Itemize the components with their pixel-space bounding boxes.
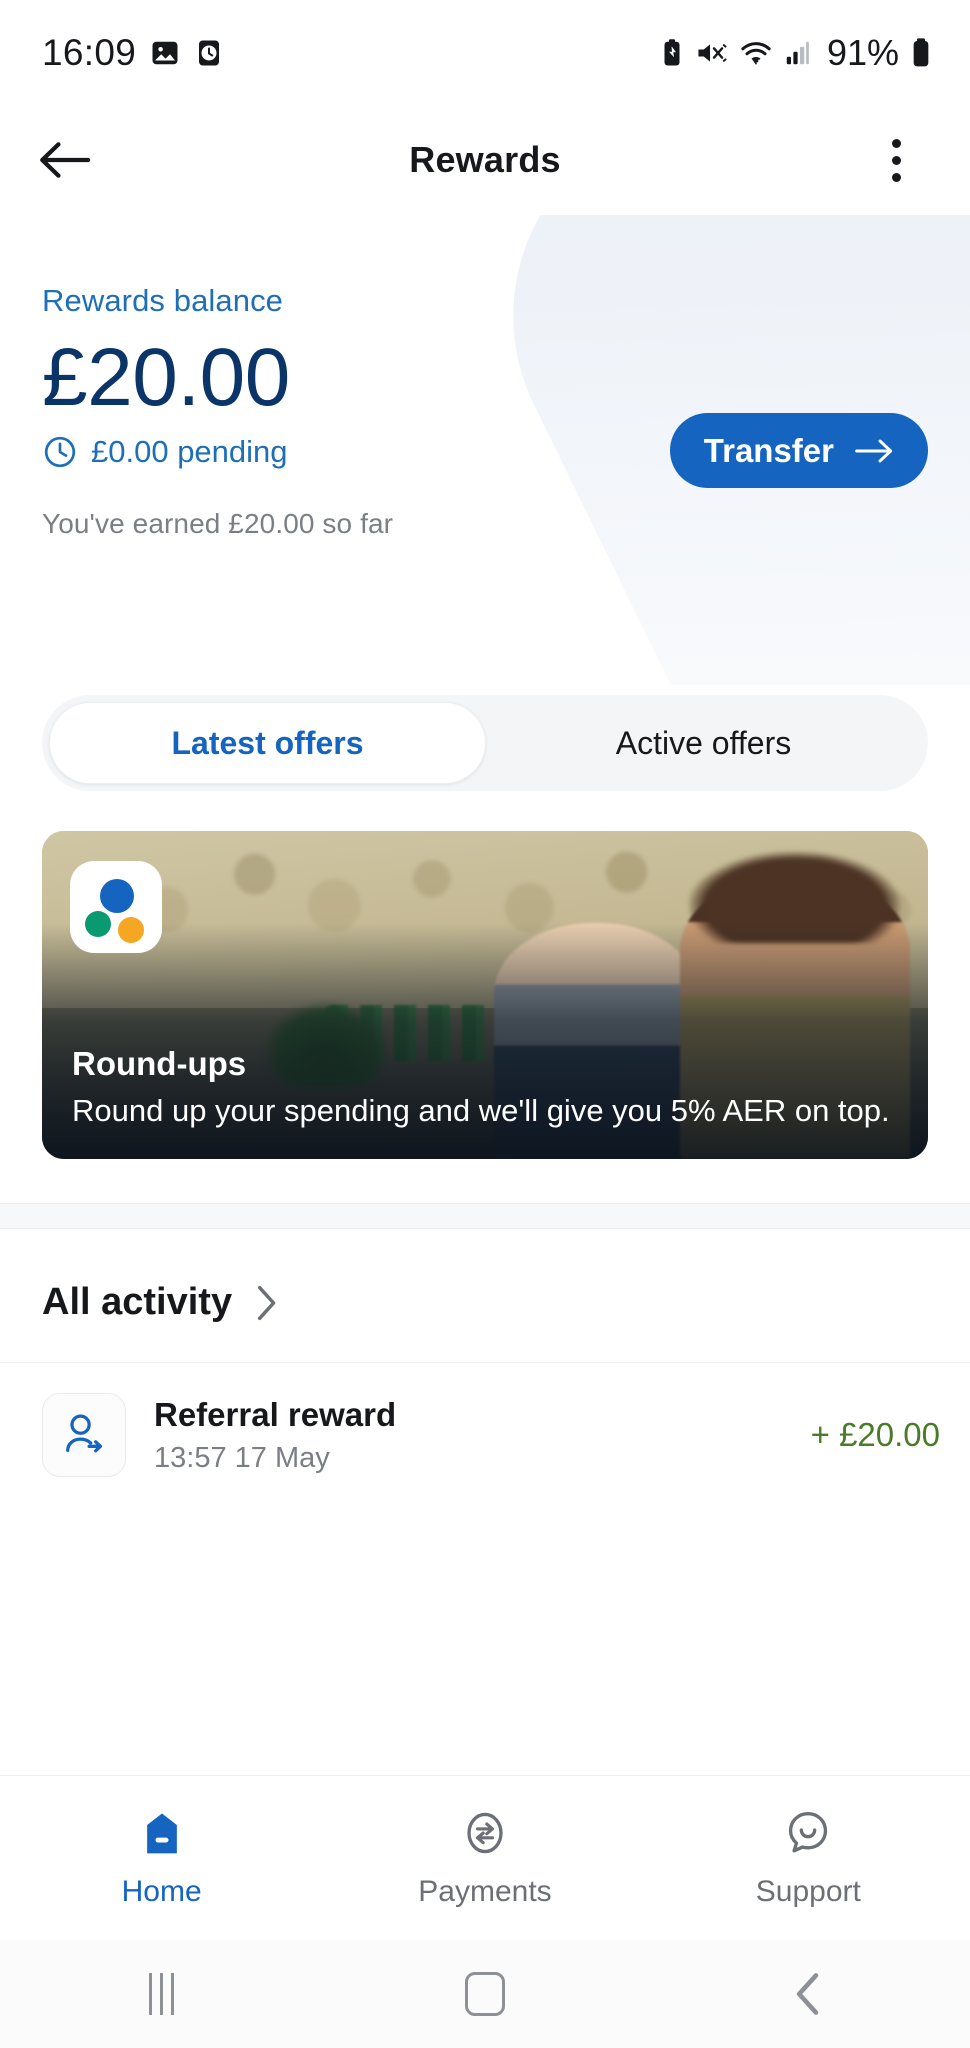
status-bar-left: 16:09 (42, 32, 224, 74)
offers-tabs: Latest offers Active offers (0, 695, 970, 791)
pending-amount: £0.00 pending (91, 434, 288, 470)
page-title: Rewards (409, 139, 561, 180)
app-screen: 16:09 91% Rewards Rewards balance £20.00… (0, 0, 970, 2048)
wifi-icon (739, 38, 773, 68)
offer-card-container: Round-ups Round up your spending and we'… (0, 791, 970, 1159)
home-icon (146, 1813, 177, 1854)
table-row[interactable]: Referral reward 13:57 17 May + £20.00 (0, 1363, 970, 1507)
all-activity-label: All activity (42, 1281, 233, 1323)
section-divider (0, 1203, 970, 1229)
clock-icon (194, 38, 224, 68)
status-time: 16:09 (42, 31, 137, 73)
mute-icon (696, 38, 728, 68)
support-chat-icon (789, 1812, 828, 1853)
earned-so-far-text: You've earned £20.00 so far (42, 508, 394, 540)
system-navigation-bar (0, 1940, 970, 2048)
clock-icon (44, 437, 76, 468)
app-bar: Rewards (0, 105, 970, 215)
nav-label-payments: Payments (418, 1875, 552, 1908)
rewards-balance-label: Rewards balance (42, 283, 284, 318)
nav-label-home: Home (121, 1875, 202, 1908)
offer-card-title: Round-ups (72, 1044, 247, 1082)
transaction-title: Referral reward (154, 1395, 397, 1433)
nav-item-home[interactable]: Home (0, 1807, 323, 1909)
table-row-main: Referral reward 13:57 17 May (154, 1396, 783, 1475)
back-chevron-icon[interactable] (647, 1971, 970, 2017)
bottom-navigation: Home Payments Support (0, 1775, 970, 1940)
all-activity-header[interactable]: All activity (0, 1229, 970, 1362)
photo-icon (150, 38, 180, 68)
arrow-right-icon (855, 439, 893, 462)
payments-transfer-icon (467, 1812, 503, 1854)
tab-active-offers[interactable]: Active offers (486, 702, 921, 784)
battery-saver-icon (659, 38, 685, 68)
transfer-button-label: Transfer (703, 431, 834, 469)
tab-latest-offers[interactable]: Latest offers (49, 702, 486, 784)
battery-icon (910, 37, 932, 69)
transaction-amount: + £20.00 (810, 1416, 940, 1453)
rewards-balance-amount: £20.00 (42, 332, 290, 423)
transfer-button[interactable]: Transfer (669, 413, 928, 488)
recents-icon[interactable] (0, 1973, 323, 2015)
offer-card-text: Round-ups Round up your spending and we'… (72, 1045, 898, 1133)
transaction-date: 13:57 17 May (154, 1441, 330, 1474)
nav-label-support: Support (755, 1875, 861, 1908)
rewards-hero: Rewards balance £20.00 £0.00 pending You… (0, 215, 970, 685)
kebab-menu-icon[interactable] (866, 125, 926, 195)
back-arrow-icon (40, 142, 91, 178)
brand-dots-logo (70, 861, 162, 953)
battery-percent: 91% (826, 31, 899, 73)
back-button[interactable] (30, 125, 100, 195)
signal-icon (784, 38, 812, 68)
nav-item-payments[interactable]: Payments (323, 1807, 646, 1909)
status-bar: 16:09 91% (0, 0, 970, 105)
offer-card-subtitle: Round up your spending and we'll give yo… (72, 1092, 890, 1128)
status-bar-right: 91% (659, 32, 932, 74)
chevron-right-icon (258, 1285, 276, 1320)
referral-person-icon (42, 1393, 126, 1477)
nav-item-support[interactable]: Support (647, 1807, 970, 1909)
offer-card-roundups[interactable]: Round-ups Round up your spending and we'… (42, 831, 928, 1159)
home-square-icon[interactable] (323, 1972, 646, 2016)
